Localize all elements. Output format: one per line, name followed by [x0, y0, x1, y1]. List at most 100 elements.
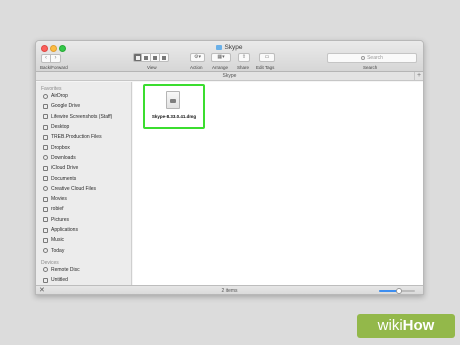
sidebar-item[interactable]: Untitled — [36, 275, 131, 285]
sidebar-item-label: Untitled — [51, 277, 68, 284]
sidebar-item-label: Today — [51, 247, 65, 254]
sidebar-item-label: Pictures — [51, 216, 70, 223]
applications-icon — [43, 227, 48, 233]
share-button[interactable]: ⇧ — [238, 53, 250, 62]
devices-list: Remote Disc Untitled — [36, 265, 131, 285]
forward-button[interactable]: › — [51, 54, 61, 63]
sidebar-item[interactable]: iCloud Drive — [36, 163, 131, 173]
sidebar-item-label: iCloud Drive — [51, 165, 79, 172]
finder-window: Skype ‹ › Back/Forward View ⚙▾ Action ▦▾… — [35, 40, 424, 295]
sidebar-item-label: Creative Cloud Files — [51, 185, 97, 192]
sidebar-item-label: Movies — [51, 196, 67, 203]
list-view-icon — [144, 55, 148, 60]
close-icon[interactable]: ✕ — [39, 286, 45, 294]
back-button[interactable]: ‹ — [41, 54, 51, 63]
icon-view-icon — [135, 55, 140, 60]
sidebar-item[interactable]: TREB.Production Files — [36, 132, 131, 142]
sidebar-item[interactable]: Applications — [36, 225, 131, 235]
view-label: View — [147, 65, 157, 70]
airdrop-icon — [43, 93, 48, 99]
cloud-icon — [43, 165, 48, 171]
slider-knob[interactable] — [395, 288, 402, 294]
sidebar-item[interactable]: Today — [36, 245, 131, 255]
favorites-header: Favorites — [41, 86, 62, 92]
search-input[interactable]: Search — [327, 53, 417, 63]
cover-flow-icon — [162, 55, 166, 60]
item-count: 2 items — [221, 288, 238, 294]
home-icon — [43, 206, 48, 212]
sidebar-item-label: TREB.Production Files — [51, 134, 102, 141]
edit-tags-button[interactable]: ▭ — [259, 53, 275, 62]
dmg-file-icon — [166, 91, 180, 109]
sidebar-item[interactable]: robief — [36, 204, 131, 214]
file-item[interactable]: Skype-8.33.0.41.dmg — [143, 84, 205, 129]
search-icon — [361, 55, 366, 60]
sidebar-item[interactable]: Movies — [36, 194, 131, 204]
folder-icon — [43, 114, 48, 120]
sidebar-item[interactable]: Desktop — [36, 122, 131, 132]
back-forward-label: Back/Forward — [40, 65, 68, 70]
column-view-icon — [153, 55, 157, 60]
sidebar-item[interactable]: Pictures — [36, 215, 131, 225]
action-label: Action — [190, 65, 203, 70]
devices-header: Devices — [41, 259, 59, 266]
sidebar-item[interactable]: AirDrop — [36, 91, 131, 101]
status-bar: ✕ 2 items — [36, 285, 423, 294]
cover-flow-view-button[interactable] — [160, 53, 169, 62]
folder-icon — [43, 103, 48, 109]
folder-icon — [43, 134, 48, 140]
view-segmented-control — [133, 53, 169, 62]
icon-view-button[interactable] — [133, 53, 142, 62]
back-forward-buttons: ‹ › — [41, 54, 61, 63]
sidebar-item[interactable]: Google Drive — [36, 101, 131, 111]
toolbar: Skype ‹ › Back/Forward View ⚙▾ Action ▦▾… — [36, 41, 423, 72]
sidebar-item-label: Music — [51, 237, 65, 244]
movies-icon — [43, 196, 48, 202]
gear-icon: ⚙▾ — [194, 54, 201, 60]
list-view-button[interactable] — [142, 53, 151, 62]
sidebar-item[interactable]: Remote Disc — [36, 265, 131, 275]
drive-icon — [43, 277, 48, 283]
disc-icon — [43, 267, 48, 273]
column-view-button[interactable] — [151, 53, 160, 62]
pictures-icon — [43, 217, 48, 223]
arrange-label: Arrange — [212, 65, 229, 70]
sidebar-item[interactable]: Dropbox — [36, 142, 131, 152]
sidebar-item[interactable]: Music — [36, 235, 131, 245]
arrange-icon: ▦▾ — [217, 54, 225, 60]
favorites-list: AirDrop Google Drive Lifewire Screenshots … — [36, 91, 131, 256]
arrange-button[interactable]: ▦▾ — [211, 53, 231, 62]
share-icon: ⇧ — [241, 54, 247, 60]
sidebar-item-label: Lifewire Screenshots (Staff) — [51, 113, 113, 120]
window-title: Skype — [36, 44, 423, 51]
creative-cloud-icon — [43, 186, 48, 192]
icon-size-slider[interactable] — [379, 288, 415, 294]
sidebar-item[interactable]: Downloads — [36, 153, 131, 163]
path-bar-label: Skype — [222, 73, 237, 79]
sidebar-item-label: Desktop — [51, 124, 70, 131]
downloads-icon — [43, 155, 48, 161]
share-label: Share — [237, 65, 250, 70]
sidebar-item[interactable]: Creative Cloud Files — [36, 184, 131, 194]
sidebar-item-label: Remote Disc — [51, 266, 80, 273]
sidebar-item-label: AirDrop — [51, 93, 68, 100]
tag-icon: ▭ — [264, 54, 270, 60]
sidebar-item[interactable]: Documents — [36, 173, 131, 183]
edit-tags-label: Edit Tags — [256, 65, 275, 70]
add-tab-button[interactable]: + — [414, 72, 423, 80]
folder-icon — [216, 44, 223, 50]
sidebar-item-label: Downloads — [51, 154, 76, 161]
action-button[interactable]: ⚙▾ — [190, 53, 205, 62]
music-icon — [43, 237, 48, 243]
file-name: Skype-8.33.0.41.dmg — [151, 114, 197, 119]
clock-icon — [43, 248, 48, 254]
sidebar-item-label: Applications — [51, 227, 78, 233]
sidebar-item-label: Documents — [51, 175, 77, 182]
desktop-icon — [43, 124, 48, 130]
sidebar: Favorites AirDrop Google Drive Lifewire Sc… — [36, 82, 132, 285]
sidebar-item[interactable]: Lifewire Screenshots (Staff) — [36, 112, 131, 122]
sidebar-item-label: Google Drive — [51, 103, 81, 110]
sidebar-item-label: robief — [51, 206, 64, 213]
file-area: Skype-8.33.0.41.dmg — [133, 82, 423, 285]
path-bar: Skype + — [36, 72, 423, 81]
